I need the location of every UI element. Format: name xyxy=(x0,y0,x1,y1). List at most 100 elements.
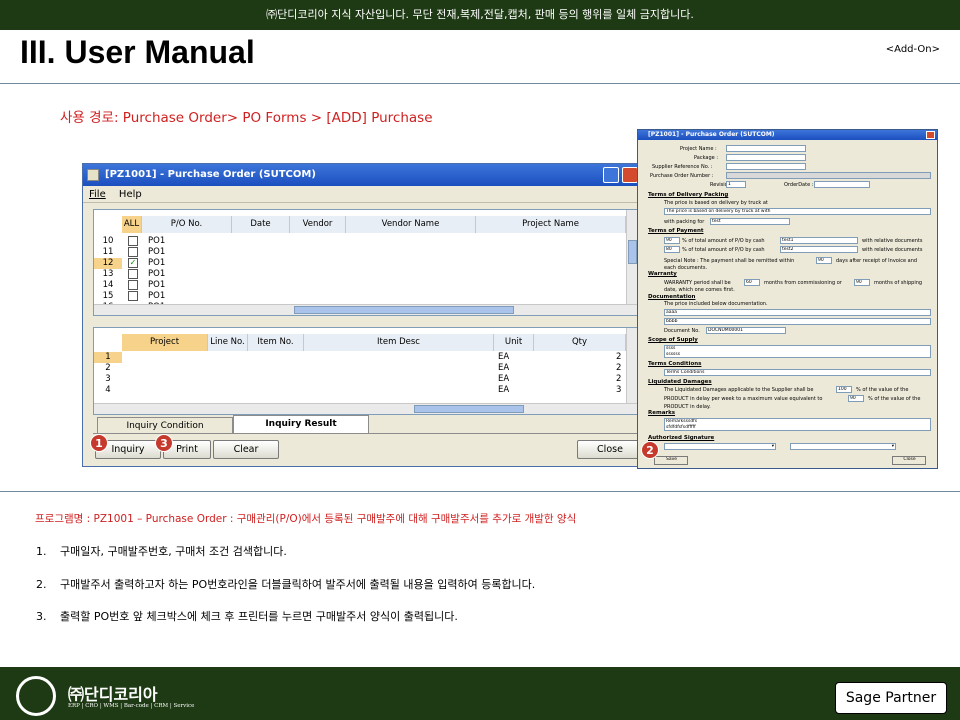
warranty-v1-input[interactable]: 60 xyxy=(744,279,760,286)
company-logo-icon xyxy=(16,676,56,716)
po-number[interactable]: PO1 xyxy=(148,247,165,258)
po-number[interactable]: PO1 xyxy=(148,291,165,302)
revision-input[interactable]: 1 xyxy=(726,181,746,188)
menu-bar: File Help xyxy=(83,186,641,203)
documentation-text: The price included below documentation. xyxy=(664,301,768,307)
grid-header-vendor[interactable]: Vendor xyxy=(290,216,346,233)
doc-input-2[interactable]: bbbb xyxy=(664,318,931,325)
delivery-input[interactable]: The price is based on delivery by truck … xyxy=(664,208,931,215)
ld-v2-input[interactable]: 90 xyxy=(848,395,864,402)
delivery-title: Terms of Delivery Packing xyxy=(648,192,729,198)
row-checkbox[interactable] xyxy=(128,269,138,279)
grid-header-unit[interactable]: Unit xyxy=(494,334,534,351)
grid-header-qty[interactable]: Qty xyxy=(534,334,626,351)
warranty-tail-2: date, which one comes first. xyxy=(664,287,735,293)
form-title: [PZ1001] - Purchase Order (SUTCOM) xyxy=(648,131,775,138)
company-name: ㈜단디코리아 xyxy=(68,685,158,704)
special-days-input[interactable]: 90 xyxy=(816,257,832,264)
remarks-textarea[interactable]: Remarksssdfs sfdfdfsfsdfffff xyxy=(664,418,931,431)
step-num: 2. xyxy=(36,578,47,591)
auth-select-1[interactable]: ▾ xyxy=(664,443,776,450)
grid-header-item-no[interactable]: Item No. xyxy=(248,334,304,351)
save-button[interactable]: Save xyxy=(654,456,688,465)
pay1-rel: with relative documents xyxy=(862,238,923,244)
auth-title: Authorized Signature xyxy=(648,435,715,441)
package-input[interactable] xyxy=(726,154,806,161)
warranty-v2-input[interactable]: 90 xyxy=(854,279,870,286)
po-number[interactable]: PO1 xyxy=(148,269,165,280)
po-number-input xyxy=(726,172,931,179)
remarks-line-1: Remarksssdfs xyxy=(666,419,698,424)
po-number[interactable]: PO1 xyxy=(148,280,165,291)
horizontal-scrollbar[interactable] xyxy=(94,304,640,315)
minimize-icon[interactable] xyxy=(603,167,619,183)
grid-header-all[interactable]: ALL xyxy=(122,216,142,233)
unit-cell[interactable]: EA xyxy=(498,363,509,374)
step-num: 1. xyxy=(36,545,47,558)
form-close-button[interactable]: Close xyxy=(892,456,926,465)
ld-v1-input[interactable]: 100 xyxy=(836,386,852,393)
row-number: 2 xyxy=(105,363,111,373)
row-checkbox[interactable] xyxy=(128,280,138,290)
row-checkbox-checked[interactable]: ✓ xyxy=(128,258,138,268)
doc-input-1[interactable]: aaaa xyxy=(664,309,931,316)
doc-no-input[interactable]: DOCNUM00001 xyxy=(706,327,786,334)
pay2-percent-input[interactable]: 80 xyxy=(664,246,680,253)
grid-header-date[interactable]: Date xyxy=(232,216,290,233)
close-icon[interactable] xyxy=(622,167,638,183)
auth-select-2[interactable]: ▾ xyxy=(790,443,896,450)
grid-header-project-name[interactable]: Project Name xyxy=(476,216,626,233)
grid-header-vendor-name[interactable]: Vendor Name xyxy=(346,216,476,233)
row-checkbox[interactable] xyxy=(128,236,138,246)
terms-input[interactable]: Terms Conditions xyxy=(664,369,931,376)
row-number: 10 xyxy=(102,236,114,246)
po-form-window: [PZ1001] - Purchase Order (SUTCOM) Proje… xyxy=(637,129,938,469)
step-item-3: 3. 출력할 PO번호 앞 체크박스에 체크 후 프린터를 누르면 구매발주서 양… xyxy=(36,608,458,624)
clear-button[interactable]: Clear xyxy=(213,440,279,459)
step-num: 3. xyxy=(36,610,47,623)
qty-cell[interactable]: 2 xyxy=(616,352,621,363)
usage-path: 사용 경로: Purchase Order> PO Forms > [ADD] … xyxy=(60,110,433,126)
menu-file[interactable]: File xyxy=(89,189,106,200)
close-button[interactable]: Close xyxy=(577,440,643,459)
qty-cell[interactable]: 2 xyxy=(616,374,621,385)
orderdate-label: OrderDate : xyxy=(784,182,814,188)
scroll-thumb[interactable] xyxy=(628,240,637,264)
chevron-down-icon: ▾ xyxy=(891,444,894,449)
pay2-doc-input[interactable]: test2 xyxy=(780,246,858,253)
row-checkbox[interactable] xyxy=(128,291,138,301)
row-number: 15 xyxy=(102,291,114,301)
tab-inquiry-result[interactable]: Inquiry Result xyxy=(233,415,369,433)
pay1-percent-input[interactable]: 90 xyxy=(664,237,680,244)
pay1-doc-input[interactable]: test1 xyxy=(780,237,858,244)
pay2-rel: with relative documents xyxy=(862,247,923,253)
row-checkbox[interactable] xyxy=(128,247,138,257)
qty-cell[interactable]: 2 xyxy=(616,363,621,374)
project-name-input[interactable] xyxy=(726,145,806,152)
po-number[interactable]: PO1 xyxy=(148,236,165,247)
horizontal-scrollbar[interactable] xyxy=(94,403,640,414)
step-badge-2: 2 xyxy=(641,441,659,459)
po-number[interactable]: PO1 xyxy=(148,258,165,269)
tab-divider xyxy=(93,433,639,434)
unit-cell[interactable]: EA xyxy=(498,385,509,396)
tab-inquiry-condition[interactable]: Inquiry Condition xyxy=(97,417,233,433)
grid-header-po-no[interactable]: P/O No. xyxy=(142,216,232,233)
scroll-thumb[interactable] xyxy=(294,306,514,314)
special-tail: days after receipt of Invoice and xyxy=(836,258,918,264)
grid-header-project[interactable]: Project xyxy=(122,334,208,351)
step-item-1: 1. 구매일자, 구매발주번호, 구매처 조건 검색합니다. xyxy=(36,543,287,559)
menu-help[interactable]: Help xyxy=(119,189,142,200)
scope-textarea[interactable]: ssss ssssss xyxy=(664,345,931,358)
qty-cell[interactable]: 3 xyxy=(616,385,621,396)
packing-input[interactable]: test xyxy=(710,218,790,225)
unit-cell[interactable]: EA xyxy=(498,352,509,363)
scroll-thumb[interactable] xyxy=(414,405,524,413)
supplier-ref-input[interactable] xyxy=(726,163,806,170)
unit-cell[interactable]: EA xyxy=(498,374,509,385)
grid-header-item-desc[interactable]: Item Desc xyxy=(304,334,494,351)
remarks-title: Remarks xyxy=(648,410,676,416)
orderdate-input[interactable] xyxy=(814,181,870,188)
close-icon[interactable] xyxy=(926,131,935,139)
grid-header-line-no[interactable]: Line No. xyxy=(208,334,248,351)
